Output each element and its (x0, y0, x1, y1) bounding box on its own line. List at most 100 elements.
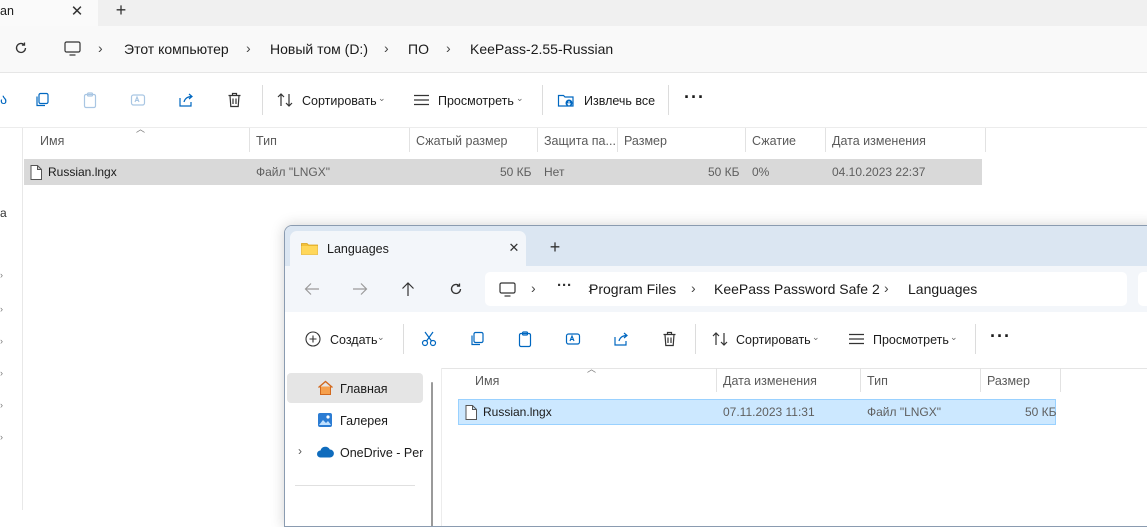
new-tab-icon[interactable]: + (546, 237, 564, 257)
up-arrow-icon[interactable] (398, 279, 418, 299)
column-header-compressed-size[interactable]: Сжатый размер (416, 134, 508, 148)
chevron-right-icon[interactable]: › (0, 432, 3, 442)
column-separator[interactable] (860, 368, 861, 392)
close-icon[interactable]: ✕ (68, 2, 86, 20)
column-separator[interactable] (716, 368, 717, 392)
cut-icon[interactable] (419, 329, 439, 349)
chevron-right-icon[interactable]: › (0, 368, 3, 378)
breadcrumb-item[interactable]: Program Files (589, 281, 676, 297)
home-icon (316, 379, 334, 397)
column-separator[interactable] (1060, 368, 1061, 392)
share-icon[interactable] (611, 329, 631, 349)
column-separator[interactable] (537, 128, 538, 152)
file-compressed-size: 50 КБ (500, 165, 532, 179)
column-header-name[interactable]: Имя (475, 374, 499, 388)
chevron-right-icon: › (246, 40, 251, 56)
view-button[interactable]: Просмотреть (873, 333, 949, 347)
onedrive-cloud-icon (316, 444, 334, 460)
column-separator[interactable] (617, 128, 618, 152)
extract-all-button[interactable]: Извлечь все (584, 94, 655, 108)
chevron-right-icon[interactable]: › (0, 270, 3, 280)
breadcrumb-item[interactable]: Новый том (D:) (270, 41, 368, 57)
breadcrumb-item[interactable]: Languages (908, 281, 977, 297)
more-options-icon[interactable]: ··· (684, 87, 705, 108)
column-header-name[interactable]: Имя (40, 134, 64, 148)
forward-arrow-icon[interactable] (350, 279, 370, 299)
sort-button[interactable]: Сортировать (736, 333, 811, 347)
sort-button[interactable]: Сортировать (302, 94, 377, 108)
column-separator[interactable] (985, 128, 986, 152)
back-arrow-icon[interactable] (302, 279, 322, 299)
new-tab-icon[interactable]: + (112, 0, 130, 20)
sidebar-item-gallery[interactable]: Галерея (287, 405, 423, 435)
cut-icon[interactable]: ა (0, 91, 7, 108)
chevron-right-icon[interactable]: › (0, 400, 3, 410)
copy-icon[interactable] (32, 90, 52, 110)
computer-icon[interactable] (497, 280, 517, 298)
command-bar: Создать ⌄ Сортировать ⌄ Просмотреть ⌄ ··… (285, 312, 1147, 369)
tab-title: Languages (327, 242, 389, 256)
sidebar-item-label: Главная (340, 382, 388, 396)
column-separator[interactable] (409, 128, 410, 152)
column-header-modified[interactable]: Дата изменения (723, 374, 817, 388)
file-type: Файл "LNGX" (867, 405, 942, 419)
refresh-icon[interactable] (446, 279, 466, 299)
more-options-icon[interactable]: ··· (990, 326, 1011, 347)
share-icon[interactable] (176, 90, 196, 110)
add-icon[interactable] (304, 330, 322, 348)
column-header-size[interactable]: Размер (624, 134, 667, 148)
refresh-icon[interactable] (12, 39, 30, 57)
chevron-right-icon[interactable]: › (0, 336, 3, 346)
sort-icon[interactable] (276, 91, 294, 109)
view-button[interactable]: Просмотреть (438, 94, 514, 108)
column-header-type[interactable]: Тип (867, 374, 888, 388)
rename-icon[interactable] (563, 329, 583, 349)
sort-icon[interactable] (711, 330, 729, 348)
navigation-pane: Главная Галерея › OneDrive - Pers (285, 368, 441, 526)
column-separator[interactable] (745, 128, 746, 152)
column-header-modified[interactable]: Дата изменения (832, 134, 926, 148)
file-ratio: 0% (752, 165, 770, 179)
chevron-down-icon: ⌄ (377, 332, 385, 342)
column-header-ratio[interactable]: Сжатие (752, 134, 796, 148)
sidebar-item-home[interactable]: Главная (287, 373, 423, 403)
back-toolbar: ა Сортировать ⌄ Просмотреть ⌄ Извлечь вс… (0, 73, 1147, 128)
sidebar-item-onedrive[interactable]: › OneDrive - Pers (287, 437, 423, 467)
view-icon[interactable] (412, 91, 430, 109)
table-row[interactable]: Russian.lngx 07.11.2023 11:31 Файл "LNGX… (458, 399, 1057, 425)
address-bar[interactable]: › ··· › Program Files › KeePass Password… (485, 272, 1127, 306)
column-separator[interactable] (249, 128, 250, 152)
create-button[interactable]: Создать (330, 333, 378, 347)
extract-icon[interactable] (556, 90, 576, 110)
file-icon (28, 163, 44, 181)
sort-ascending-icon: ︿ (136, 124, 146, 134)
paste-icon[interactable] (515, 329, 535, 349)
breadcrumb-item[interactable]: ПО (408, 41, 429, 57)
sidebar-scrollbar[interactable] (431, 382, 433, 526)
chevron-right-icon[interactable]: › (0, 304, 3, 314)
column-header-type[interactable]: Тип (256, 134, 277, 148)
chevron-right-icon: › (884, 280, 889, 296)
tab-languages[interactable]: Languages ✕ (290, 231, 526, 266)
copy-icon[interactable] (467, 329, 487, 349)
chevron-right-icon[interactable]: › (298, 444, 302, 458)
column-header-size[interactable]: Размер (987, 374, 1030, 388)
back-tab[interactable]: an ✕ (0, 0, 98, 26)
column-header-protection[interactable]: Защита па... (544, 134, 616, 148)
table-row[interactable]: Russian.lngx Файл "LNGX" 50 КБ Нет 50 КБ… (24, 159, 982, 185)
delete-icon[interactable] (659, 329, 679, 349)
close-icon[interactable]: ✕ (506, 240, 522, 256)
view-icon[interactable] (847, 330, 865, 348)
breadcrumb-item[interactable]: Этот компьютер (124, 41, 229, 57)
computer-icon[interactable] (62, 39, 82, 57)
breadcrumb-item[interactable]: KeePass Password Safe 2 (714, 281, 880, 297)
sidebar-item-label: Галерея (340, 414, 388, 428)
delete-icon[interactable] (224, 90, 244, 110)
paste-icon (80, 90, 100, 110)
search-box[interactable] (1138, 272, 1147, 306)
more-breadcrumbs-icon[interactable]: ··· (557, 277, 572, 294)
breadcrumb-item[interactable]: KeePass-2.55-Russian (470, 41, 613, 57)
file-name: Russian.lngx (483, 405, 552, 419)
column-separator[interactable] (825, 128, 826, 152)
column-separator[interactable] (980, 368, 981, 392)
